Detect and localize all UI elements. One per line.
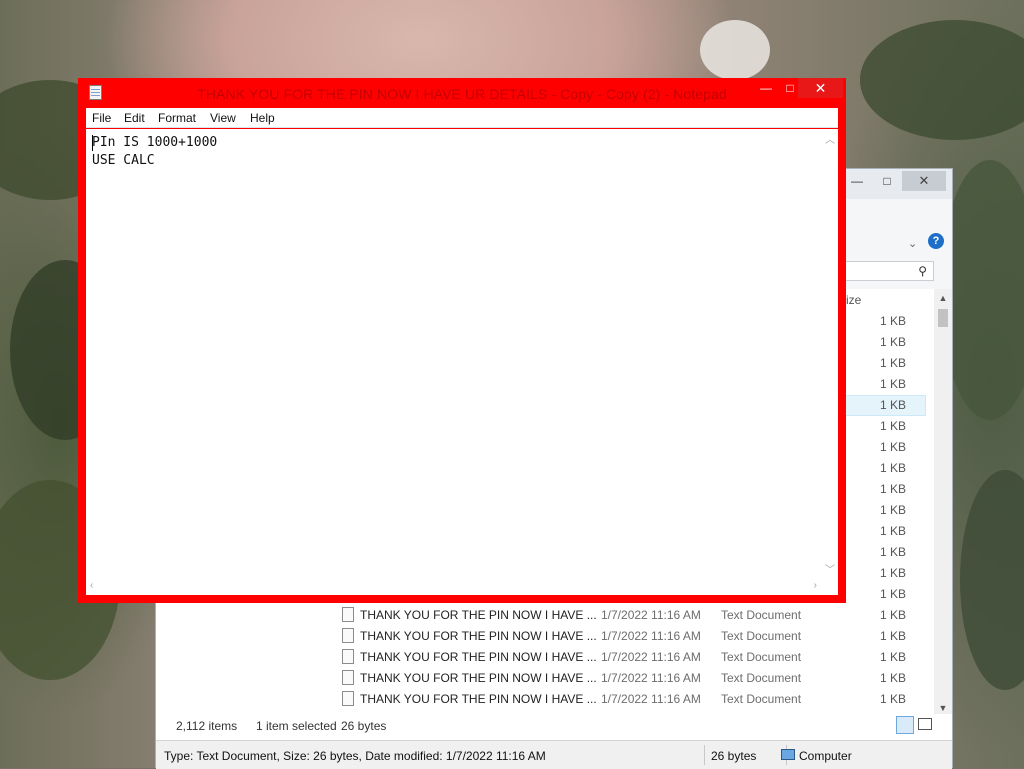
- maximize-button[interactable]: □: [876, 171, 898, 191]
- file-size: 1 KB: [879, 503, 906, 517]
- menu-edit[interactable]: Edit: [124, 111, 145, 125]
- details-location: Computer: [781, 749, 852, 763]
- text-file-icon: [342, 670, 354, 685]
- text-file-icon: [342, 691, 354, 706]
- file-size: 1 KB: [879, 482, 906, 496]
- details-bar: Type: Text Document, Size: 26 bytes, Dat…: [156, 740, 952, 769]
- file-size: 1 KB: [879, 587, 906, 601]
- status-bar: 2,112 items 1 item selected 26 bytes: [156, 714, 952, 740]
- file-size: 1 KB: [879, 419, 906, 433]
- text-file-icon: [342, 607, 354, 622]
- file-type: Text Document: [721, 671, 802, 685]
- file-type: Text Document: [721, 692, 802, 706]
- file-size: 1 KB: [879, 524, 906, 538]
- file-size: 1 KB: [879, 692, 906, 706]
- search-input[interactable]: ⚲: [844, 261, 934, 281]
- table-row[interactable]: THANK YOU FOR THE PIN NOW I HAVE ... 1/7/…: [156, 626, 932, 647]
- location-label: Computer: [799, 749, 852, 763]
- file-name: THANK YOU FOR THE PIN NOW I HAVE ...: [360, 608, 597, 622]
- file-size: 1 KB: [879, 650, 906, 664]
- file-size: 1 KB: [879, 671, 906, 685]
- file-name: THANK YOU FOR THE PIN NOW I HAVE ...: [360, 692, 597, 706]
- computer-icon: [781, 749, 795, 760]
- file-name: THANK YOU FOR THE PIN NOW I HAVE ...: [360, 671, 597, 685]
- file-date: 1/7/2022 11:16 AM: [601, 692, 701, 706]
- scroll-left-arrow[interactable]: ‹: [90, 580, 93, 591]
- file-size: 1 KB: [879, 356, 906, 370]
- menu-bar: File Edit Format View Help: [86, 108, 838, 128]
- minimize-button[interactable]: —: [846, 171, 868, 191]
- details-size: 26 bytes: [711, 749, 757, 763]
- file-size: 1 KB: [879, 440, 906, 454]
- table-row[interactable]: THANK YOU FOR THE PIN NOW I HAVE ... 1/7/…: [156, 647, 932, 668]
- file-date: 1/7/2022 11:16 AM: [601, 671, 701, 685]
- text-caret: [92, 135, 93, 151]
- notepad-window[interactable]: THANK YOU FOR THE PIN NOW I HAVE UR DETA…: [78, 78, 846, 603]
- notepad-titlebar[interactable]: THANK YOU FOR THE PIN NOW I HAVE UR DETA…: [78, 78, 846, 108]
- menu-view[interactable]: View: [210, 111, 236, 125]
- help-icon[interactable]: ?: [928, 233, 944, 249]
- file-date: 1/7/2022 11:16 AM: [601, 629, 701, 643]
- window-title: THANK YOU FOR THE PIN NOW I HAVE UR DETA…: [197, 86, 727, 102]
- divider: [704, 745, 705, 765]
- menu-format[interactable]: Format: [158, 111, 196, 125]
- file-type: Text Document: [721, 608, 802, 622]
- scroll-right-arrow[interactable]: ›: [814, 580, 817, 591]
- file-size: 1 KB: [879, 608, 906, 622]
- file-name: THANK YOU FOR THE PIN NOW I HAVE ...: [360, 629, 597, 643]
- chevron-down-icon[interactable]: ⌄: [908, 237, 917, 250]
- scroll-down-arrow[interactable]: ﹀: [825, 561, 835, 576]
- text-file-icon: [342, 628, 354, 643]
- table-row[interactable]: THANK YOU FOR THE PIN NOW I HAVE ... 1/7/…: [156, 689, 932, 710]
- horizontal-scrollbar[interactable]: ‹ ›: [86, 578, 821, 595]
- file-size: 1 KB: [879, 377, 906, 391]
- menu-help[interactable]: Help: [250, 111, 275, 125]
- large-icons-view-icon[interactable]: [918, 718, 932, 730]
- vertical-scrollbar[interactable]: ︿ ﹀: [821, 129, 838, 578]
- file-date: 1/7/2022 11:16 AM: [601, 608, 701, 622]
- menu-file[interactable]: File: [92, 111, 111, 125]
- scroll-up-arrow[interactable]: ▲: [934, 293, 952, 307]
- close-button[interactable]: ✕: [902, 171, 946, 191]
- item-count: 2,112 items: [176, 719, 238, 733]
- selection-count: 1 item selected: [256, 719, 337, 733]
- file-name: THANK YOU FOR THE PIN NOW I HAVE ...: [360, 650, 597, 664]
- details-view-icon[interactable]: [896, 716, 914, 734]
- file-date: 1/7/2022 11:16 AM: [601, 650, 701, 664]
- document-text[interactable]: PIn IS 1000+1000 USE CALC: [92, 134, 217, 170]
- file-details-text: Type: Text Document, Size: 26 bytes, Dat…: [164, 749, 546, 763]
- file-size: 1 KB: [879, 314, 906, 328]
- text-file-icon: [342, 649, 354, 664]
- file-size: 1 KB: [879, 545, 906, 559]
- selection-size: 26 bytes: [341, 719, 387, 733]
- file-size: 1 KB: [879, 566, 906, 580]
- file-size: 1 KB: [879, 335, 906, 349]
- file-size: 1 KB: [879, 461, 906, 475]
- file-size: 1 KB: [879, 398, 906, 412]
- scroll-up-arrow[interactable]: ︿: [825, 131, 835, 146]
- file-type: Text Document: [721, 629, 802, 643]
- file-type: Text Document: [721, 650, 802, 664]
- file-size: 1 KB: [879, 629, 906, 643]
- scroll-thumb[interactable]: [938, 309, 948, 327]
- view-toggle: [896, 716, 938, 736]
- column-size-header[interactable]: ize: [846, 293, 861, 307]
- table-row[interactable]: THANK YOU FOR THE PIN NOW I HAVE ... 1/7/…: [156, 605, 932, 626]
- table-row[interactable]: THANK YOU FOR THE PIN NOW I HAVE ... 1/7/…: [156, 668, 932, 689]
- text-editor[interactable]: PIn IS 1000+1000 USE CALC ︿ ﹀ ‹ ›: [86, 129, 838, 595]
- minimize-button[interactable]: —: [754, 78, 778, 98]
- close-button[interactable]: ✕: [798, 78, 843, 98]
- search-icon[interactable]: ⚲: [918, 264, 927, 278]
- file-list-scrollbar[interactable]: ▲ ▼: [934, 289, 952, 719]
